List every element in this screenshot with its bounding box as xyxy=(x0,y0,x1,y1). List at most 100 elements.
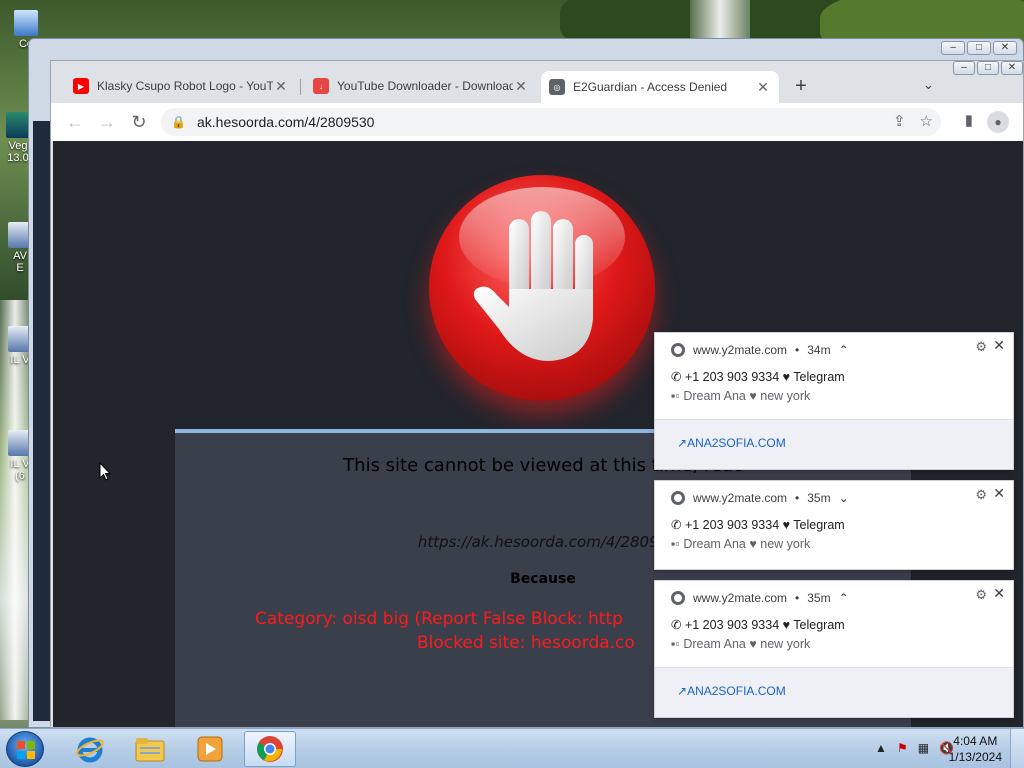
notification-line1: ✆ +1 203 903 9334 ♥ Telegram xyxy=(671,369,845,384)
taskbar-media-player[interactable] xyxy=(184,731,236,767)
notification-site: www.y2mate.com xyxy=(693,591,788,605)
notification-dot: • xyxy=(795,343,800,357)
close-notification-button[interactable]: ✕ xyxy=(993,585,1005,602)
taskbar-internet-explorer[interactable] xyxy=(64,731,116,767)
desktop-icon-label: IL V (6 xyxy=(10,458,30,482)
notification-3[interactable]: www.y2mate.com • 35m ⌃ ⚙ ✕ ✆ +1 203 903 … xyxy=(654,580,1014,718)
block-category: Category: oisd big (Report False Block: … xyxy=(255,609,623,629)
back-button[interactable]: ← xyxy=(59,112,91,133)
clock-time: 4:04 AM xyxy=(953,734,998,748)
notification-1[interactable]: www.y2mate.com • 34m ⌃ ⚙ ✕ ✆ +1 203 903 … xyxy=(654,332,1014,470)
notification-time: 34m xyxy=(807,343,831,357)
address-text: ak.hesoorda.com/4/2809530 xyxy=(197,114,375,130)
notification-dot: • xyxy=(795,591,800,605)
phone-icon: ✆ xyxy=(671,370,685,384)
notification-action-link[interactable]: ↗ANA2SOFIA.COM xyxy=(677,436,786,450)
show-desktop-button[interactable] xyxy=(1010,729,1024,768)
notification-2[interactable]: www.y2mate.com • 35m ⌄ ⚙ ✕ ✆ +1 203 903 … xyxy=(654,480,1014,570)
gear-icon[interactable]: ⚙ xyxy=(975,487,987,503)
share-icon[interactable]: ⇪ xyxy=(893,112,906,130)
minimize-button[interactable]: – xyxy=(941,41,965,55)
network-icon[interactable]: ▦ xyxy=(918,741,929,755)
link-arrow-icon: ↗ xyxy=(677,684,688,698)
chevron-down-icon[interactable]: ⌄ xyxy=(839,491,849,505)
lock-icon[interactable]: 🔒 xyxy=(171,115,189,129)
tab-youtube-downloader[interactable]: ↓ YouTube Downloader - Download ✕ xyxy=(305,71,537,101)
profile-avatar[interactable]: ● xyxy=(987,111,1009,133)
close-tab-icon[interactable]: ✕ xyxy=(513,78,529,95)
chevron-up-icon[interactable]: ⌃ xyxy=(839,591,849,605)
close-button[interactable]: ✕ xyxy=(993,41,1017,55)
notification-line1: ✆ +1 203 903 9334 ♥ Telegram xyxy=(671,517,845,532)
tab-search-button[interactable]: ⌄ xyxy=(923,77,934,93)
notification-line1-text: +1 203 903 9334 ♥ Telegram xyxy=(684,618,845,632)
address-bar[interactable]: 🔒 ak.hesoorda.com/4/2809530 ⇪ ☆ xyxy=(161,108,941,136)
maximize-button[interactable]: □ xyxy=(967,41,991,55)
restore-button[interactable]: □ xyxy=(977,61,999,75)
taskbar: ▲ ⚑ ▦ 🔇 4:04 AM 1/13/2024 xyxy=(0,728,1024,768)
notification-link-text: ANA2SOFIA.COM xyxy=(687,684,786,698)
gear-icon[interactable]: ⚙ xyxy=(975,587,987,603)
notification-footer: ↗ANA2SOFIA.COM xyxy=(655,419,1013,469)
tab-klasky[interactable]: ▶ Klasky Csupo Robot Logo - YouTube ✕ xyxy=(65,71,297,101)
close-notification-button[interactable]: ✕ xyxy=(993,337,1005,354)
notification-footer: ↗ANA2SOFIA.COM xyxy=(655,667,1013,717)
close-button[interactable]: ✕ xyxy=(1001,61,1023,75)
notification-line2: ▪▫ Dream Ana ♥ new york xyxy=(671,537,810,551)
notification-line2-text: Dream Ana ♥ new york xyxy=(683,637,811,651)
notification-site: www.y2mate.com xyxy=(693,491,788,505)
window-controls: – □ ✕ xyxy=(953,61,1023,75)
bookmark-star-icon[interactable]: ☆ xyxy=(920,112,933,130)
new-tab-button[interactable]: + xyxy=(789,75,813,98)
forward-button[interactable]: → xyxy=(91,112,123,133)
notification-header: www.y2mate.com • 34m ⌃ xyxy=(671,343,849,357)
chrome-icon xyxy=(671,343,685,357)
hand-icon xyxy=(473,211,593,361)
phone-icon: ✆ xyxy=(671,518,685,532)
background-window-edge xyxy=(33,121,51,721)
desktop-icon-label: Veg 13.0 xyxy=(7,140,29,164)
system-tray: ▲ ⚑ ▦ 🔇 xyxy=(875,741,954,755)
background-window-controls: – □ ✕ xyxy=(941,41,1017,55)
chrome-icon xyxy=(671,591,685,605)
notification-header: www.y2mate.com • 35m ⌃ xyxy=(671,591,849,605)
reload-button[interactable]: ↻ xyxy=(123,112,155,133)
notification-link-text: ANA2SOFIA.COM xyxy=(687,436,786,450)
notification-time: 35m xyxy=(807,491,831,505)
youtube-icon: ▶ xyxy=(73,78,89,94)
mouse-cursor-icon xyxy=(99,462,111,481)
notification-action-link[interactable]: ↗ANA2SOFIA.COM xyxy=(677,684,786,698)
side-panel-icon[interactable]: ▮ xyxy=(965,111,973,133)
chrome-icon xyxy=(671,491,685,505)
clock[interactable]: 4:04 AM 1/13/2024 xyxy=(949,733,1002,765)
desktop-icon-label: IL V xyxy=(10,354,30,366)
notification-line2-text: Dream Ana ♥ new york xyxy=(683,389,811,403)
chevron-up-icon[interactable]: ⌃ xyxy=(839,343,849,357)
chat-camera-icon: ▪▫ xyxy=(671,389,684,403)
internet-explorer-icon xyxy=(76,737,104,763)
tab-e2guardian[interactable]: ◎ E2Guardian - Access Denied ✕ xyxy=(541,71,779,103)
chat-camera-icon: ▪▫ xyxy=(671,637,684,651)
notification-site: www.y2mate.com xyxy=(693,343,788,357)
start-button[interactable] xyxy=(6,731,44,767)
phone-icon: ✆ xyxy=(671,618,685,632)
show-hidden-icons-button[interactable]: ▲ xyxy=(875,741,887,755)
minimize-button[interactable]: – xyxy=(953,61,975,75)
close-tab-icon[interactable]: ✕ xyxy=(755,79,771,96)
notification-line2: ▪▫ Dream Ana ♥ new york xyxy=(671,389,810,403)
gear-icon[interactable]: ⚙ xyxy=(975,339,987,355)
notification-dot: • xyxy=(795,491,800,505)
media-player-icon xyxy=(197,736,223,762)
taskbar-file-explorer[interactable] xyxy=(124,731,176,767)
address-bar-actions: ⇪ ☆ xyxy=(893,112,933,130)
notification-line1-text: +1 203 903 9334 ♥ Telegram xyxy=(684,370,845,384)
close-notification-button[interactable]: ✕ xyxy=(993,485,1005,502)
notification-header: www.y2mate.com • 35m ⌄ xyxy=(671,491,849,505)
clock-date: 1/13/2024 xyxy=(948,750,1002,764)
toolbar-right: ▮ ● xyxy=(965,111,1009,133)
action-center-icon[interactable]: ⚑ xyxy=(897,741,908,755)
tab-separator xyxy=(300,79,301,95)
close-tab-icon[interactable]: ✕ xyxy=(273,78,289,95)
folder-icon xyxy=(135,738,165,762)
taskbar-chrome[interactable] xyxy=(244,731,296,767)
